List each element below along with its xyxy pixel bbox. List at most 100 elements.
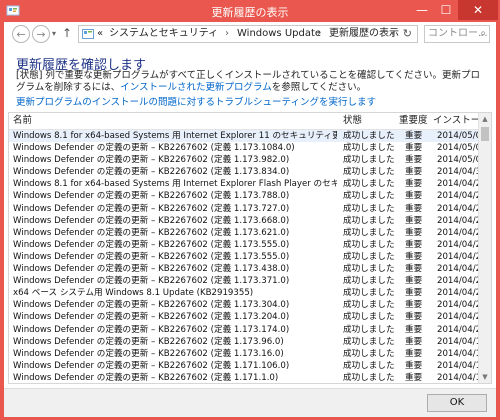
- table-row[interactable]: Windows Defender の定義の更新 – KB2267602 (定義 …: [9, 215, 481, 227]
- forward-button[interactable]: →: [32, 25, 50, 43]
- table-row[interactable]: Windows Defender の定義の更新 – KB2267602 (定義 …: [9, 239, 481, 251]
- search-icon[interactable]: ⌕: [480, 26, 486, 42]
- table-row[interactable]: Windows Defender の定義の更新 – KB2267602 (定義 …: [9, 372, 481, 383]
- recent-locations-dropdown-icon[interactable]: ▾: [52, 29, 56, 38]
- update-date-cell: 2014/05/02: [437, 131, 481, 141]
- table-row[interactable]: Windows Defender の定義の更新 – KB2267602 (定義 …: [9, 203, 481, 215]
- table-row[interactable]: Windows Defender の定義の更新 – KB2267602 (定義 …: [9, 360, 481, 372]
- table-row[interactable]: Windows Defender の定義の更新 – KB2267602 (定義 …: [9, 251, 481, 263]
- update-status-cell: 成功しました: [343, 143, 395, 154]
- breadcrumb-windows-update[interactable]: Windows Update: [237, 26, 321, 42]
- table-row[interactable]: Windows Defender の定義の更新 – KB2267602 (定義 …: [9, 299, 481, 311]
- update-date-cell: 2014/05/01: [437, 155, 481, 166]
- breadcrumb-separator[interactable]: ›: [225, 26, 229, 42]
- update-importance-cell: 重要: [405, 155, 423, 166]
- update-date-cell: 2014/05/02: [437, 143, 481, 154]
- scroll-down-icon[interactable]: ▼: [479, 371, 491, 383]
- address-bar[interactable]: « システムとセキュリティ › Windows Update › 更新履歴の表示…: [78, 25, 418, 43]
- search-placeholder: コントロー...: [428, 28, 488, 39]
- update-status-cell: 成功しました: [343, 264, 395, 275]
- title-bar[interactable]: 更新履歴の表示 — ☐ ✕: [0, 0, 500, 22]
- refresh-icon[interactable]: ↻: [403, 26, 412, 42]
- update-importance-cell: 重要: [405, 167, 423, 178]
- column-header-name[interactable]: 名前: [13, 113, 32, 129]
- update-status-cell: 成功しました: [343, 191, 395, 202]
- update-date-cell: 2014/04/28: [437, 203, 481, 214]
- table-row[interactable]: Windows Defender の定義の更新 – KB2267602 (定義 …: [9, 190, 481, 202]
- breadcrumb-separator[interactable]: ›: [317, 26, 321, 42]
- update-importance-cell: 重要: [405, 300, 423, 311]
- update-status-cell: 成功しました: [343, 288, 395, 299]
- table-row[interactable]: Windows Defender の定義の更新 – KB2267602 (定義 …: [9, 311, 481, 323]
- update-date-cell: 2014/04/20: [437, 324, 481, 335]
- update-date-cell: 2014/04/30: [437, 167, 481, 178]
- table-row[interactable]: Windows Defender の定義の更新 – KB2267602 (定義 …: [9, 227, 481, 239]
- breadcrumb-system-security[interactable]: システムとセキュリティ: [109, 26, 218, 42]
- page-description: [状態] 列で重要な更新プログラムがすべて正しくインストールされていることを確認…: [16, 70, 486, 94]
- column-header-status[interactable]: 状態: [343, 113, 362, 129]
- search-input[interactable]: コントロー... ⌕: [424, 25, 490, 43]
- table-row[interactable]: Windows 8.1 for x64-based Systems 用 Inte…: [9, 178, 481, 190]
- breadcrumb-overflow[interactable]: «: [97, 26, 103, 42]
- breadcrumb-update-history[interactable]: 更新履歴の表示: [329, 26, 399, 42]
- update-status-cell: 成功しました: [343, 215, 395, 226]
- update-date-cell: 2014/04/19: [437, 336, 481, 347]
- update-name-cell: Windows Defender の定義の更新 – KB2267602 (定義 …: [13, 239, 290, 250]
- update-name-cell: Windows Defender の定義の更新 – KB2267602 (定義 …: [13, 372, 279, 383]
- update-importance-cell: 重要: [405, 324, 423, 335]
- update-status-cell: 成功しました: [343, 348, 395, 359]
- table-row[interactable]: Windows 8.1 for x64-based Systems 用 Inte…: [9, 130, 481, 143]
- maximize-button[interactable]: ☐: [434, 0, 458, 20]
- update-date-cell: 2014/04/22: [437, 300, 481, 311]
- update-importance-cell: 重要: [405, 264, 423, 275]
- update-status-cell: 成功しました: [343, 276, 395, 287]
- ok-button[interactable]: OK: [427, 394, 487, 412]
- update-history-table: 名前 状態 重要度 インストール日 Windows 8.1 for x64-ba…: [8, 112, 492, 384]
- table-row[interactable]: Windows Defender の定義の更新 – KB2267602 (定義 …: [9, 154, 481, 166]
- vertical-scrollbar[interactable]: ▲ ▼: [478, 113, 491, 383]
- update-status-cell: 成功しました: [343, 300, 395, 311]
- update-status-cell: 成功しました: [343, 360, 395, 371]
- back-button[interactable]: ←: [12, 25, 30, 43]
- update-date-cell: 2014/04/18: [437, 348, 481, 359]
- scroll-up-icon[interactable]: ▲: [479, 113, 491, 125]
- update-importance-cell: 重要: [405, 276, 423, 287]
- update-date-cell: 2014/04/24: [437, 264, 481, 275]
- dialog-footer: OK: [4, 388, 496, 417]
- table-row[interactable]: Windows Defender の定義の更新 – KB2267602 (定義 …: [9, 336, 481, 348]
- table-row[interactable]: Windows Defender の定義の更新 – KB2267602 (定義 …: [9, 142, 481, 154]
- update-date-cell: 2014/04/23: [437, 276, 481, 287]
- update-importance-cell: 重要: [405, 131, 423, 141]
- close-button[interactable]: ✕: [458, 0, 498, 20]
- table-body: Windows 8.1 for x64-based Systems 用 Inte…: [9, 130, 481, 383]
- update-status-cell: 成功しました: [343, 312, 395, 323]
- update-importance-cell: 重要: [405, 227, 423, 238]
- chevron-down-icon[interactable]: ▾: [391, 26, 395, 42]
- table-row[interactable]: Windows Defender の定義の更新 – KB2267602 (定義 …: [9, 324, 481, 336]
- update-importance-cell: 重要: [405, 215, 423, 226]
- update-name-cell: Windows Defender の定義の更新 – KB2267602 (定義 …: [13, 312, 290, 323]
- update-date-cell: 2014/04/27: [437, 215, 481, 226]
- table-row[interactable]: x64 ベース システム用 Windows 8.1 Update (KB2919…: [9, 287, 481, 299]
- update-name-cell: Windows Defender の定義の更新 – KB2267602 (定義 …: [13, 167, 290, 178]
- window-frame: 更新履歴の表示 — ☐ ✕ ← → ▾ ↑ « システムとセキュリティ › Wi…: [0, 0, 500, 420]
- update-date-cell: 2014/04/17: [437, 360, 481, 371]
- update-status-cell: 成功しました: [343, 239, 395, 250]
- update-importance-cell: 重要: [405, 239, 423, 250]
- control-panel-icon: [82, 29, 94, 39]
- troubleshoot-link[interactable]: 更新プログラムのインストールの問題に対するトラブルシューティングを実行します: [16, 94, 376, 108]
- up-level-button[interactable]: ↑: [62, 26, 72, 40]
- update-name-cell: Windows Defender の定義の更新 – KB2267602 (定義 …: [13, 264, 290, 275]
- table-row[interactable]: Windows Defender の定義の更新 – KB2267602 (定義 …: [9, 275, 481, 287]
- update-importance-cell: 重要: [405, 348, 423, 359]
- update-date-cell: 2014/04/21: [437, 312, 481, 323]
- scrollbar-thumb[interactable]: [481, 127, 489, 141]
- table-row[interactable]: Windows Defender の定義の更新 – KB2267602 (定義 …: [9, 263, 481, 275]
- installed-updates-link[interactable]: インストールされた更新プログラム: [120, 82, 272, 93]
- column-header-importance[interactable]: 重要度: [399, 113, 428, 129]
- update-name-cell: Windows 8.1 for x64-based Systems 用 Inte…: [13, 179, 337, 190]
- table-row[interactable]: Windows Defender の定義の更新 – KB2267602 (定義 …: [9, 348, 481, 360]
- table-row[interactable]: Windows Defender の定義の更新 – KB2267602 (定義 …: [9, 166, 481, 178]
- update-status-cell: 成功しました: [343, 324, 395, 335]
- minimize-button[interactable]: —: [410, 0, 434, 20]
